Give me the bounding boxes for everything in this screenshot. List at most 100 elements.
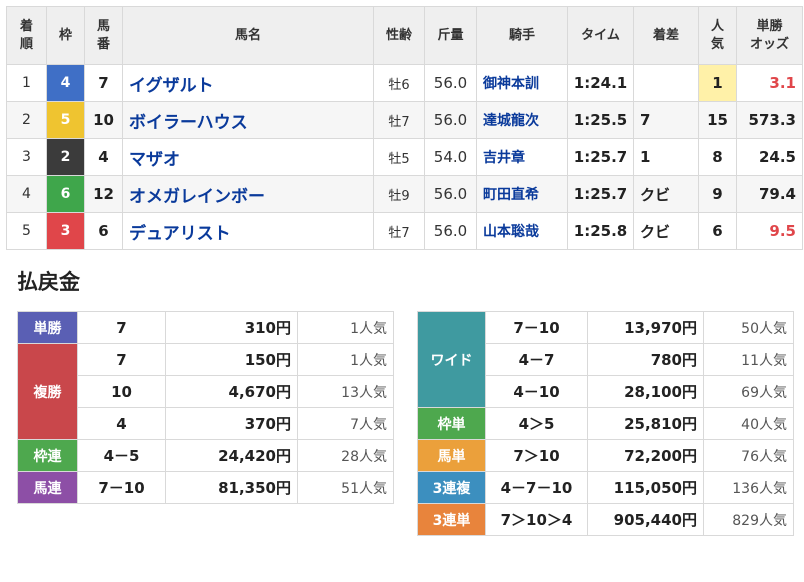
header-waku[interactable]: 枠: [46, 6, 85, 65]
rank-cell: 1: [6, 64, 47, 102]
result-row: 1 4 7 イグザルト 牡6 56.0 御神本訓 1:24.1 1 3.1: [6, 64, 803, 102]
combination-cell: 7－10: [77, 471, 166, 504]
payout-popularity-cell: 1人気: [297, 311, 394, 344]
header-time[interactable]: タイム: [567, 6, 634, 65]
jockey-name-link[interactable]: 御神本訓: [483, 76, 539, 92]
weight-cell: 54.0: [424, 138, 477, 176]
sexage-cell: 牡7: [373, 212, 425, 250]
horse-cell: ボイラーハウス: [122, 101, 374, 139]
horse-name-link[interactable]: ボイラーハウス: [129, 113, 248, 133]
payout-popularity-cell: 28人気: [297, 439, 394, 472]
waku-badge: 4: [47, 65, 84, 101]
margin-cell: 7: [633, 101, 699, 139]
combination-cell: 4－5: [77, 439, 166, 472]
horse-name-link[interactable]: イグザルト: [129, 76, 214, 96]
waku-cell: 6: [46, 175, 85, 213]
combination-cell: 4: [77, 407, 166, 440]
payout-row: 3連単 7＞10＞4 905,440円 829人気: [417, 503, 794, 536]
header-rank[interactable]: 着順: [6, 6, 47, 65]
race-results-table: 着順 枠 馬番 馬名 性齢 斤量 騎手 タイム 着差 人気 単勝 オッズ 147イ…: [6, 6, 803, 250]
bet-type-label: 枠連: [17, 439, 78, 472]
horse-cell: デュアリスト: [122, 212, 374, 250]
time-cell: 1:25.8: [567, 212, 634, 250]
payout-popularity-cell: 7人気: [297, 407, 394, 440]
payout-table-left: 単勝 7 310円 1人気 複勝 7 150円 1人気 10 4,670円 13人気 4 370円 7人気…: [17, 311, 394, 504]
jockey-name-link[interactable]: 吉井章: [483, 150, 525, 166]
header-sexage[interactable]: 性齢: [373, 6, 425, 65]
payout-popularity-cell: 76人気: [703, 439, 794, 472]
rank-cell: 4: [6, 175, 47, 213]
combination-cell: 7＞10＞4: [485, 503, 588, 536]
payout-amount-cell: 150円: [165, 343, 298, 376]
margin-cell: [633, 64, 699, 102]
header-popularity[interactable]: 人気: [698, 6, 737, 65]
header-weight[interactable]: 斤量: [424, 6, 477, 65]
header-odds[interactable]: 単勝 オッズ: [736, 6, 803, 65]
waku-badge: 3: [47, 213, 84, 249]
waku-cell: 5: [46, 101, 85, 139]
result-row: 3 2 4 マザオ 牡5 54.0 吉井章 1:25.7 1 8 24.5: [6, 138, 803, 176]
combination-cell: 7－10: [485, 311, 588, 344]
odds-cell: 3.1: [736, 64, 803, 102]
odds-cell: 9.5: [736, 212, 803, 250]
payout-amount-cell: 310円: [165, 311, 298, 344]
horse-name-link[interactable]: デュアリスト: [129, 224, 231, 244]
weight-cell: 56.0: [424, 101, 477, 139]
header-jockey[interactable]: 騎手: [476, 6, 568, 65]
popularity-cell: 8: [698, 138, 737, 176]
combination-cell: 4－7－10: [485, 471, 588, 504]
margin-cell: 1: [633, 138, 699, 176]
horse-name-link[interactable]: オメガレインボー: [129, 187, 265, 207]
margin-cell: クビ: [633, 212, 699, 250]
payout-row: 複勝 7 150円 1人気: [17, 343, 394, 440]
time-cell: 1:25.7: [567, 138, 634, 176]
header-horse[interactable]: 馬名: [122, 6, 374, 65]
jockey-name-link[interactable]: 町田直希: [483, 187, 539, 203]
jockey-cell: 町田直希: [476, 175, 568, 213]
payout-popularity-cell: 136人気: [703, 471, 794, 504]
payout-popularity-cell: 69人気: [703, 375, 794, 408]
combination-cell: 7: [77, 343, 166, 376]
rank-cell: 2: [6, 101, 47, 139]
jockey-cell: 吉井章: [476, 138, 568, 176]
umaban-cell: 7: [84, 64, 123, 102]
bet-type-label: 単勝: [17, 311, 78, 344]
results-header-row: 着順 枠 馬番 馬名 性齢 斤量 騎手 タイム 着差 人気 単勝 オッズ: [6, 6, 803, 65]
payout-popularity-cell: 829人気: [703, 503, 794, 536]
horse-cell: オメガレインボー: [122, 175, 374, 213]
weight-cell: 56.0: [424, 64, 477, 102]
margin-cell: クビ: [633, 175, 699, 213]
payout-amount-cell: 72,200円: [587, 439, 704, 472]
header-umaban[interactable]: 馬番: [84, 6, 123, 65]
umaban-cell: 6: [84, 212, 123, 250]
payout-popularity-cell: 13人気: [297, 375, 394, 408]
waku-badge: 6: [47, 176, 84, 212]
payout-popularity-cell: 11人気: [703, 343, 794, 376]
bet-type-label: 馬単: [417, 439, 486, 472]
jockey-name-link[interactable]: 山本聡哉: [483, 224, 539, 240]
jockey-cell: 山本聡哉: [476, 212, 568, 250]
payout-popularity-cell: 50人気: [703, 311, 794, 344]
time-cell: 1:25.7: [567, 175, 634, 213]
time-cell: 1:25.5: [567, 101, 634, 139]
payout-table-right: ワイド 7－10 13,970円 50人気 4－7 780円 11人気 4－10 28,100円…: [417, 311, 794, 536]
payout-amount-cell: 4,670円: [165, 375, 298, 408]
payout-row: 馬連 7－10 81,350円 51人気: [17, 471, 394, 504]
umaban-cell: 4: [84, 138, 123, 176]
odds-cell: 79.4: [736, 175, 803, 213]
combination-cell: 4－7: [485, 343, 588, 376]
horse-name-link[interactable]: マザオ: [129, 150, 180, 170]
horse-cell: イグザルト: [122, 64, 374, 102]
weight-cell: 56.0: [424, 212, 477, 250]
rank-cell: 5: [6, 212, 47, 250]
sexage-cell: 牡6: [373, 64, 425, 102]
jockey-cell: 御神本訓: [476, 64, 568, 102]
header-margin[interactable]: 着差: [633, 6, 699, 65]
payout-amount-cell: 81,350円: [165, 471, 298, 504]
popularity-cell: 1: [698, 64, 737, 102]
result-row: 5 3 6 デュアリスト 牡7 56.0 山本聡哉 1:25.8 クビ 6 9.5: [6, 212, 803, 250]
payout-amount-cell: 370円: [165, 407, 298, 440]
sexage-cell: 牡9: [373, 175, 425, 213]
jockey-name-link[interactable]: 達城龍次: [483, 113, 539, 129]
waku-cell: 3: [46, 212, 85, 250]
